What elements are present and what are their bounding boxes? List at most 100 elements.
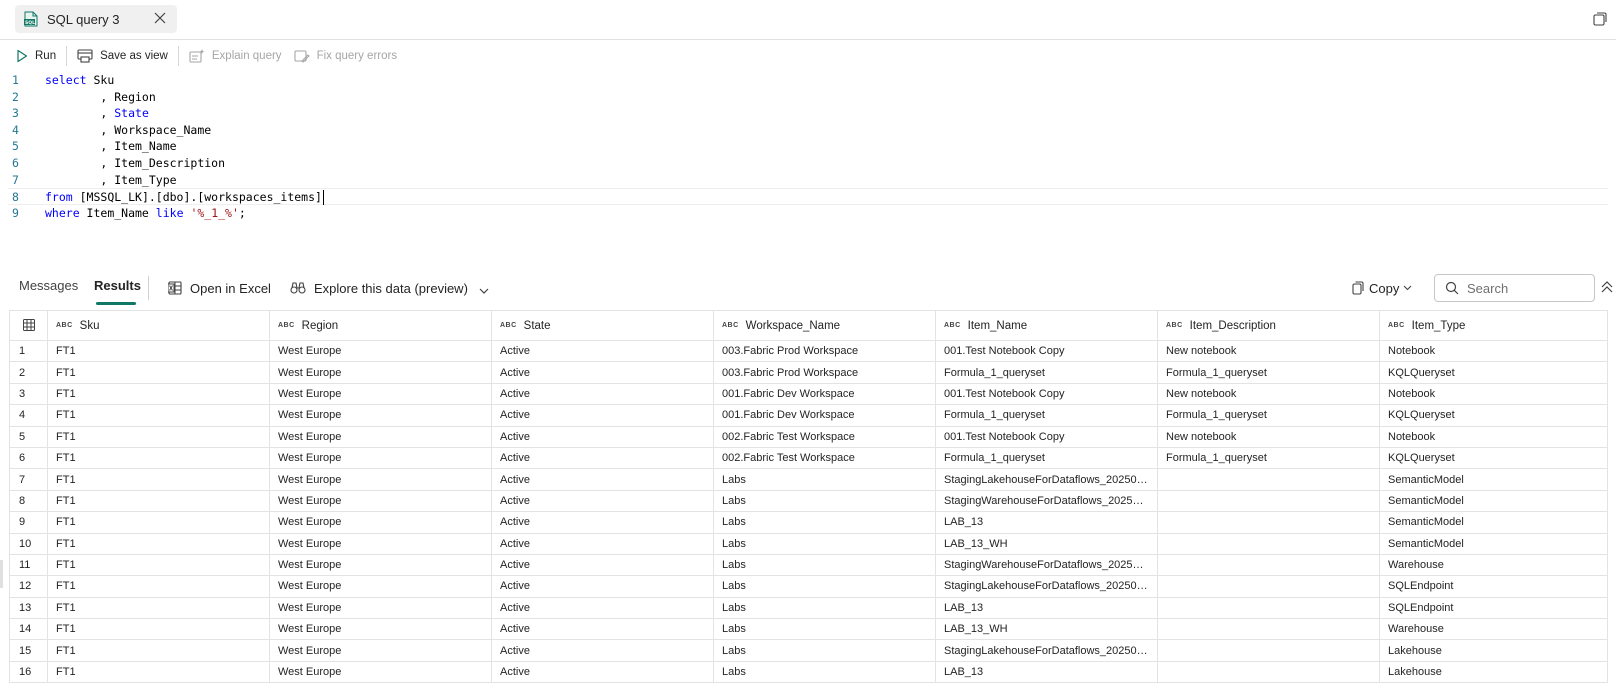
select-all-cell[interactable] [9, 310, 48, 341]
row-number[interactable]: 4 [9, 404, 48, 427]
row-number[interactable]: 16 [9, 660, 48, 684]
code-line[interactable]: 4 , Workspace_Name [8, 122, 1608, 139]
table-cell[interactable]: West Europe [269, 446, 492, 470]
column-header[interactable]: ABC Region [269, 310, 492, 341]
table-cell[interactable]: SQLEndpoint [1379, 596, 1608, 620]
table-cell[interactable]: Labs [713, 575, 936, 598]
explore-data-button[interactable]: Explore this data (preview) [290, 276, 468, 300]
collapse-up-icon[interactable] [1600, 280, 1614, 294]
table-cell[interactable]: Lakehouse [1379, 660, 1608, 684]
code-line[interactable]: 1 select Sku [8, 72, 1608, 89]
code-line[interactable]: 9 where Item_Name like '%_1_%'; [8, 205, 1608, 222]
table-cell[interactable]: Active [491, 511, 714, 534]
table-cell[interactable]: FT1 [47, 425, 270, 448]
table-cell[interactable]: Warehouse [1379, 553, 1608, 577]
table-cell[interactable]: FT1 [47, 382, 270, 406]
row-number[interactable]: 10 [9, 532, 48, 555]
table-cell[interactable]: LAB_13_WH [935, 532, 1158, 555]
table-cell[interactable]: StagingWarehouseForDataflows_2025042... [935, 553, 1158, 577]
table-cell[interactable]: West Europe [269, 596, 492, 620]
table-cell[interactable]: West Europe [269, 660, 492, 684]
table-cell[interactable]: West Europe [269, 404, 492, 427]
table-cell[interactable]: 003.Fabric Prod Workspace [713, 339, 936, 363]
table-row[interactable]: 4 FT1 West Europe Active 001.Fabric Dev Work… [9, 404, 1608, 427]
table-cell[interactable]: Labs [713, 553, 936, 577]
save-as-view-button[interactable]: Save as view [71, 44, 174, 68]
table-cell[interactable]: Warehouse [1379, 618, 1608, 641]
table-cell[interactable]: Formula_1_queryset [1157, 361, 1380, 384]
table-cell[interactable]: FT1 [47, 639, 270, 662]
table-cell[interactable]: Active [491, 425, 714, 448]
table-row[interactable]: 2 FT1 West Europe Active 003.Fabric Prod Wor… [9, 361, 1608, 384]
table-cell[interactable]: Active [491, 639, 714, 662]
table-cell[interactable]: FT1 [47, 404, 270, 427]
fix-query-errors-button[interactable]: Fix query errors [288, 44, 404, 68]
table-cell[interactable]: FT1 [47, 339, 270, 363]
table-cell[interactable]: Notebook [1379, 425, 1608, 448]
row-number[interactable]: 6 [9, 446, 48, 470]
table-cell[interactable]: FT1 [47, 575, 270, 598]
table-cell[interactable]: FT1 [47, 489, 270, 513]
row-number[interactable]: 7 [9, 468, 48, 491]
table-cell[interactable]: FT1 [47, 468, 270, 491]
table-cell[interactable]: New notebook [1157, 382, 1380, 406]
table-cell[interactable]: Labs [713, 489, 936, 513]
code-line[interactable]: 3 , State [8, 105, 1608, 122]
table-cell[interactable]: StagingLakehouseForDataflows_2025042... [935, 639, 1158, 662]
row-number[interactable]: 2 [9, 361, 48, 384]
table-cell[interactable]: Labs [713, 511, 936, 534]
table-cell[interactable]: Active [491, 339, 714, 363]
table-cell[interactable]: StagingWarehouseForDataflows_2025042... [935, 489, 1158, 513]
table-cell[interactable]: KQLQueryset [1379, 404, 1608, 427]
table-cell[interactable]: West Europe [269, 468, 492, 491]
row-number[interactable]: 12 [9, 575, 48, 598]
search-input[interactable] [1467, 280, 1587, 296]
table-row[interactable]: 6 FT1 West Europe Active 002.Fabric Test Wor… [9, 446, 1608, 470]
table-cell[interactable]: Active [491, 596, 714, 620]
table-cell[interactable]: LAB_13 [935, 596, 1158, 620]
row-number[interactable]: 11 [9, 553, 48, 577]
table-cell[interactable]: Labs [713, 660, 936, 684]
table-cell[interactable]: Active [491, 553, 714, 577]
table-row[interactable]: 5 FT1 West Europe Active 002.Fabric Test Wor… [9, 425, 1608, 448]
table-cell[interactable]: FT1 [47, 361, 270, 384]
table-cell[interactable]: Active [491, 404, 714, 427]
column-header[interactable]: ABC State [491, 310, 714, 341]
close-tab-icon[interactable] [153, 11, 167, 25]
table-row[interactable]: 3 FT1 West Europe Active 001.Fabric Dev Work… [9, 382, 1608, 406]
table-cell[interactable]: Labs [713, 618, 936, 641]
table-cell[interactable]: 003.Fabric Prod Workspace [713, 361, 936, 384]
tab-sql-query-3[interactable]: SQL SQL query 3 [15, 5, 177, 33]
table-cell[interactable]: 002.Fabric Test Workspace [713, 446, 936, 470]
column-header[interactable]: ABC Item_Description [1157, 310, 1380, 341]
table-cell[interactable] [1157, 660, 1380, 684]
row-number[interactable]: 3 [9, 382, 48, 406]
table-cell[interactable]: 002.Fabric Test Workspace [713, 425, 936, 448]
table-cell[interactable]: West Europe [269, 382, 492, 406]
table-cell[interactable]: Notebook [1379, 382, 1608, 406]
table-cell[interactable]: West Europe [269, 532, 492, 555]
table-cell[interactable]: Active [491, 660, 714, 684]
row-number[interactable]: 1 [9, 339, 48, 363]
table-cell[interactable]: Formula_1_queryset [935, 404, 1158, 427]
table-cell[interactable]: Formula_1_queryset [1157, 446, 1380, 470]
table-cell[interactable] [1157, 511, 1380, 534]
table-cell[interactable]: 001.Fabric Dev Workspace [713, 382, 936, 406]
table-cell[interactable]: Active [491, 382, 714, 406]
column-header[interactable]: ABC Item_Name [935, 310, 1158, 341]
table-cell[interactable]: SemanticModel [1379, 468, 1608, 491]
table-cell[interactable]: West Europe [269, 553, 492, 577]
table-row[interactable]: 14 FT1 West Europe Active Labs LAB_13_WH Wareh… [9, 618, 1608, 641]
table-row[interactable]: 16 FT1 West Europe Active Labs LAB_13 Lakehous… [9, 660, 1608, 684]
table-cell[interactable]: West Europe [269, 511, 492, 534]
row-number[interactable]: 13 [9, 596, 48, 620]
code-line[interactable]: 7 , Item_Type [8, 172, 1608, 189]
table-cell[interactable]: West Europe [269, 575, 492, 598]
table-row[interactable]: 11 FT1 West Europe Active Labs StagingWarehou… [9, 553, 1608, 577]
tab-messages[interactable]: Messages [19, 278, 78, 293]
row-number[interactable]: 14 [9, 618, 48, 641]
table-cell[interactable]: FT1 [47, 532, 270, 555]
table-cell[interactable]: West Europe [269, 639, 492, 662]
table-cell[interactable] [1157, 575, 1380, 598]
tab-results[interactable]: Results [94, 278, 141, 293]
